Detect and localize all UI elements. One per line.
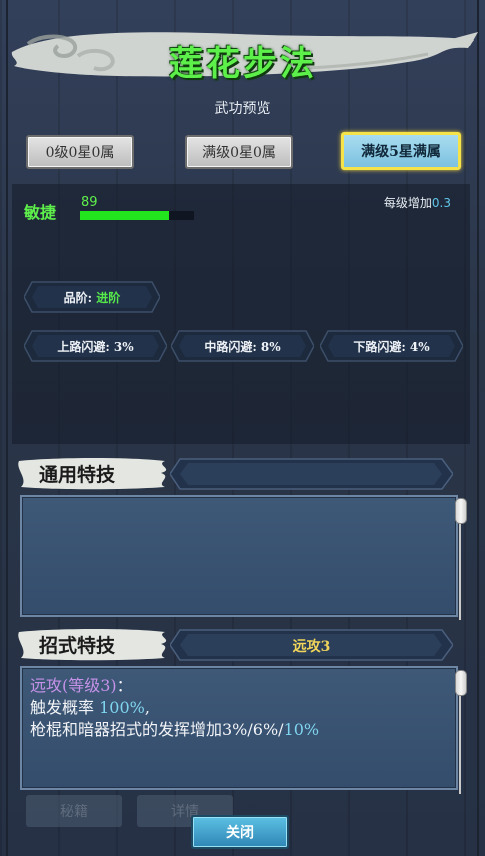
dodge-tag-middle: 中路闪避: 8%: [171, 329, 314, 363]
general-skill-header: 通用特技: [15, 455, 175, 491]
general-skill-title: 通用特技: [39, 464, 116, 486]
skill-line-1-suffix: ：: [116, 676, 133, 695]
move-skill-description: 远攻(等级3)： 触发概率 100%, 枪棍和暗器招式的发挥增加3%/6%/10…: [30, 675, 450, 741]
level-button-max-full[interactable]: 满级5星满属: [341, 132, 461, 170]
dodge-middle-label: 中路闪避: 8%: [204, 339, 281, 354]
page-title: 莲花步法: [169, 44, 317, 84]
per-level-value: 0.3: [431, 196, 451, 210]
scroll-knob[interactable]: [455, 498, 467, 524]
general-skill-content: [20, 495, 458, 617]
per-level-increase: 每级增加0.3: [384, 194, 451, 211]
general-skill-bar: [170, 458, 453, 490]
bar-shape: [170, 458, 453, 490]
grade-value: 进阶: [96, 290, 121, 305]
skill-name-level: 远攻(等级3): [30, 676, 117, 695]
stats-panel: [12, 184, 470, 444]
skill-line-3: 枪棍和暗器招式的发挥增加3%/6%/10%: [30, 719, 450, 741]
general-skill-scrollbar[interactable]: [455, 498, 467, 620]
move-skill-header: 招式特技: [15, 626, 175, 662]
dodge-lower-label: 下路闪避: 4%: [353, 339, 430, 354]
trigger-rate-label: 触发概率: [30, 698, 100, 717]
title-banner: 莲花步法: [8, 22, 478, 88]
skill-line-2-suffix: ,: [144, 698, 150, 717]
scroll-knob[interactable]: [455, 670, 467, 696]
move-skill-title: 招式特技: [39, 635, 116, 657]
move-skill-bar-text: 远攻3: [292, 639, 331, 655]
preview-subtitle: 武功预览: [214, 101, 271, 117]
dodge-tag-lower: 下路闪避: 4%: [320, 329, 463, 363]
skill-line-1: 远攻(等级3)：: [30, 675, 450, 697]
close-button[interactable]: 关闭: [191, 815, 289, 849]
stat-bar-fill: [80, 211, 169, 220]
level-button-max[interactable]: 满级0星0属: [185, 135, 293, 169]
bonus-text: 枪棍和暗器招式的发挥增加3%/6%/: [30, 720, 284, 739]
stat-bar: [80, 211, 194, 220]
skill-line-2: 触发概率 100%,: [30, 697, 450, 719]
stat-name: 敏捷: [24, 203, 57, 222]
grade-tag: 品阶: 进阶: [24, 280, 160, 314]
per-level-label: 每级增加: [383, 196, 432, 210]
ghost-button-left: 秘籍: [26, 795, 122, 827]
move-skill-bar: 远攻3: [170, 629, 453, 661]
dodge-tag-upper: 上路闪避: 3%: [24, 329, 167, 363]
level-button-base[interactable]: 0级0星0属: [26, 135, 134, 169]
dodge-upper-label: 上路闪避: 3%: [57, 339, 134, 354]
move-skill-scrollbar[interactable]: [455, 670, 467, 794]
stat-value: 89: [81, 195, 98, 210]
bonus-value: 10%: [283, 720, 320, 739]
grade-label: 品阶:: [63, 290, 93, 305]
trigger-rate-value: 100%: [99, 698, 145, 717]
